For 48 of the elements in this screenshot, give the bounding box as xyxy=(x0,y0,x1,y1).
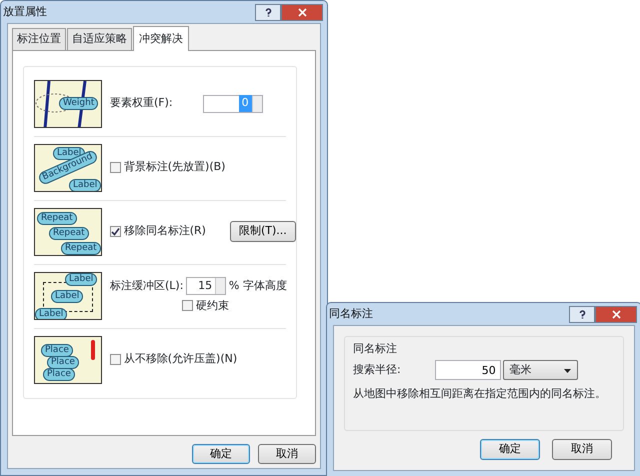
close-icon xyxy=(298,8,306,16)
unit-label: % 字体高度 xyxy=(228,278,287,294)
ok-button[interactable]: 确定 xyxy=(192,444,250,464)
close-button[interactable] xyxy=(281,4,323,20)
check-icon xyxy=(111,227,120,236)
window-title: 同名标注 xyxy=(329,306,373,322)
checkbox[interactable] xyxy=(110,162,121,173)
ok-button[interactable]: 确定 xyxy=(480,439,540,460)
checkbox[interactable] xyxy=(110,226,121,237)
checkbox-label: 背景标注(先放置)(B) xyxy=(124,159,226,176)
window-title: 放置属性 xyxy=(3,4,47,20)
label-pill: Label xyxy=(65,272,98,286)
checkbox[interactable] xyxy=(110,354,121,365)
group-title: 同名标注 xyxy=(353,341,398,357)
limit-button[interactable]: 限制(T)... xyxy=(230,221,296,242)
label-pill: Place xyxy=(43,368,75,380)
close-button[interactable] xyxy=(595,306,637,322)
cancel-button[interactable]: 取消 xyxy=(552,439,612,460)
tab[interactable]: 冲突解决 xyxy=(133,26,189,50)
cancel-button[interactable]: 取消 xyxy=(258,444,316,464)
label-pill: Place xyxy=(47,356,79,368)
label-pill: Repeat xyxy=(61,242,101,254)
label-pill: Place xyxy=(41,344,73,356)
tab[interactable]: 自适应策略 xyxy=(67,28,132,50)
field-label: 标注缓冲区(L): xyxy=(110,278,184,294)
field-label: 要素权重(F): xyxy=(110,95,173,112)
help-icon xyxy=(578,310,586,318)
field-label: 搜索半径: xyxy=(353,362,401,378)
help-button[interactable] xyxy=(569,306,595,322)
warning-icon xyxy=(91,340,95,360)
label-pill: Repeat xyxy=(49,226,89,240)
label-pill: Repeat xyxy=(37,212,77,224)
checkbox-label: 硬约束 xyxy=(196,298,229,314)
description: 从地图中移除相互间距离在指定范围内的同名标注。 xyxy=(353,386,607,402)
label-pill: Weight xyxy=(59,96,98,110)
checkbox-label: 从不移除(允许压盖)(N) xyxy=(124,351,238,368)
checkbox-label: 移除同名标注(R) xyxy=(124,223,206,240)
checkbox[interactable] xyxy=(182,300,193,312)
help-icon xyxy=(264,8,272,16)
radius-field[interactable]: 50 xyxy=(434,360,501,380)
label-pill: Label xyxy=(51,290,84,302)
tab[interactable]: 标注位置 xyxy=(12,28,66,50)
unit-dropdown[interactable]: 毫米 xyxy=(503,360,578,380)
label-pill: Label xyxy=(35,308,68,318)
help-button[interactable] xyxy=(255,4,281,20)
close-icon xyxy=(612,310,620,318)
label-pill: Label xyxy=(69,178,101,190)
number-spinner[interactable]: 15 xyxy=(186,276,226,295)
